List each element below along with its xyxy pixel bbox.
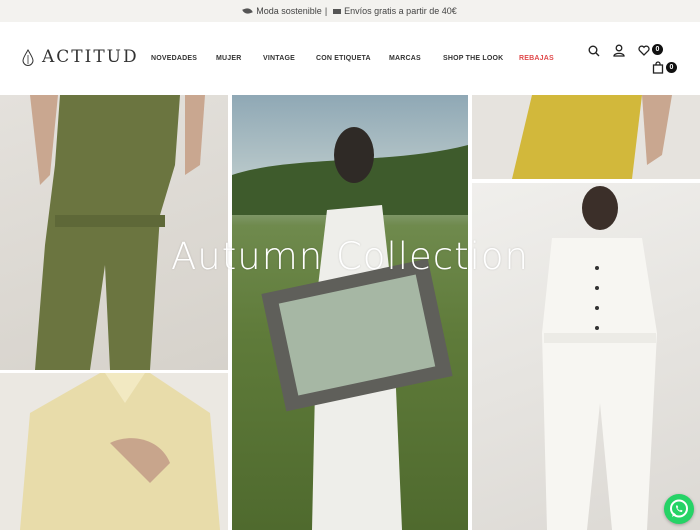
user-icon[interactable] <box>613 44 625 57</box>
whatsapp-button[interactable] <box>664 494 694 524</box>
photo-yellow-shirt[interactable] <box>0 373 228 530</box>
shopping-bag-icon[interactable] <box>652 61 664 74</box>
model-with-mirror-figure <box>232 127 468 530</box>
drop-logo-icon <box>22 48 34 66</box>
photo-olive-jumpsuit[interactable] <box>0 95 228 370</box>
cart-count-badge: 0 <box>666 62 677 73</box>
nav-item-shop-the-look[interactable]: SHOP THE LOOK <box>443 55 503 62</box>
photo-yellow-dress[interactable] <box>472 95 700 179</box>
nav-item-marcas[interactable]: MARCAS <box>389 55 421 62</box>
yellow-shirt-figure <box>20 373 220 530</box>
hero-title: Autumn Collection <box>171 235 529 278</box>
nav-item-vintage[interactable]: VINTAGE <box>263 55 295 62</box>
site-header: ACTITUD NOVEDADES MUJER VINTAGE CON ETIQ… <box>0 22 700 95</box>
promo-bar: Moda sostenible | Envíos gratis a partir… <box>0 0 700 22</box>
leaf-icon <box>242 6 254 16</box>
nav-item-novedades[interactable]: NOVEDADES <box>151 55 197 62</box>
brand-name: ACTITUD <box>42 47 139 67</box>
promo-separator: | <box>324 6 328 16</box>
photo-white-dress-mirror[interactable] <box>232 95 468 530</box>
promo-right-text: Envíos gratis a partir de 40€ <box>344 6 457 16</box>
truck-icon <box>333 8 342 14</box>
nav-item-con-etiqueta[interactable]: CON ETIQUETA <box>316 55 371 62</box>
search-icon[interactable] <box>588 45 600 57</box>
nav-item-rebajas[interactable]: REBAJAS <box>519 55 554 62</box>
wishlist-count-badge: 0 <box>652 44 663 55</box>
heart-icon[interactable] <box>638 45 650 56</box>
nav-item-mujer[interactable]: MUJER <box>216 55 242 62</box>
whatsapp-icon <box>670 499 688 518</box>
brand-logo[interactable]: ACTITUD <box>22 47 139 67</box>
promo-left-text: Moda sostenible <box>256 6 322 16</box>
olive-jumpsuit-figure <box>30 95 205 370</box>
yellow-dress-figure <box>512 95 672 179</box>
